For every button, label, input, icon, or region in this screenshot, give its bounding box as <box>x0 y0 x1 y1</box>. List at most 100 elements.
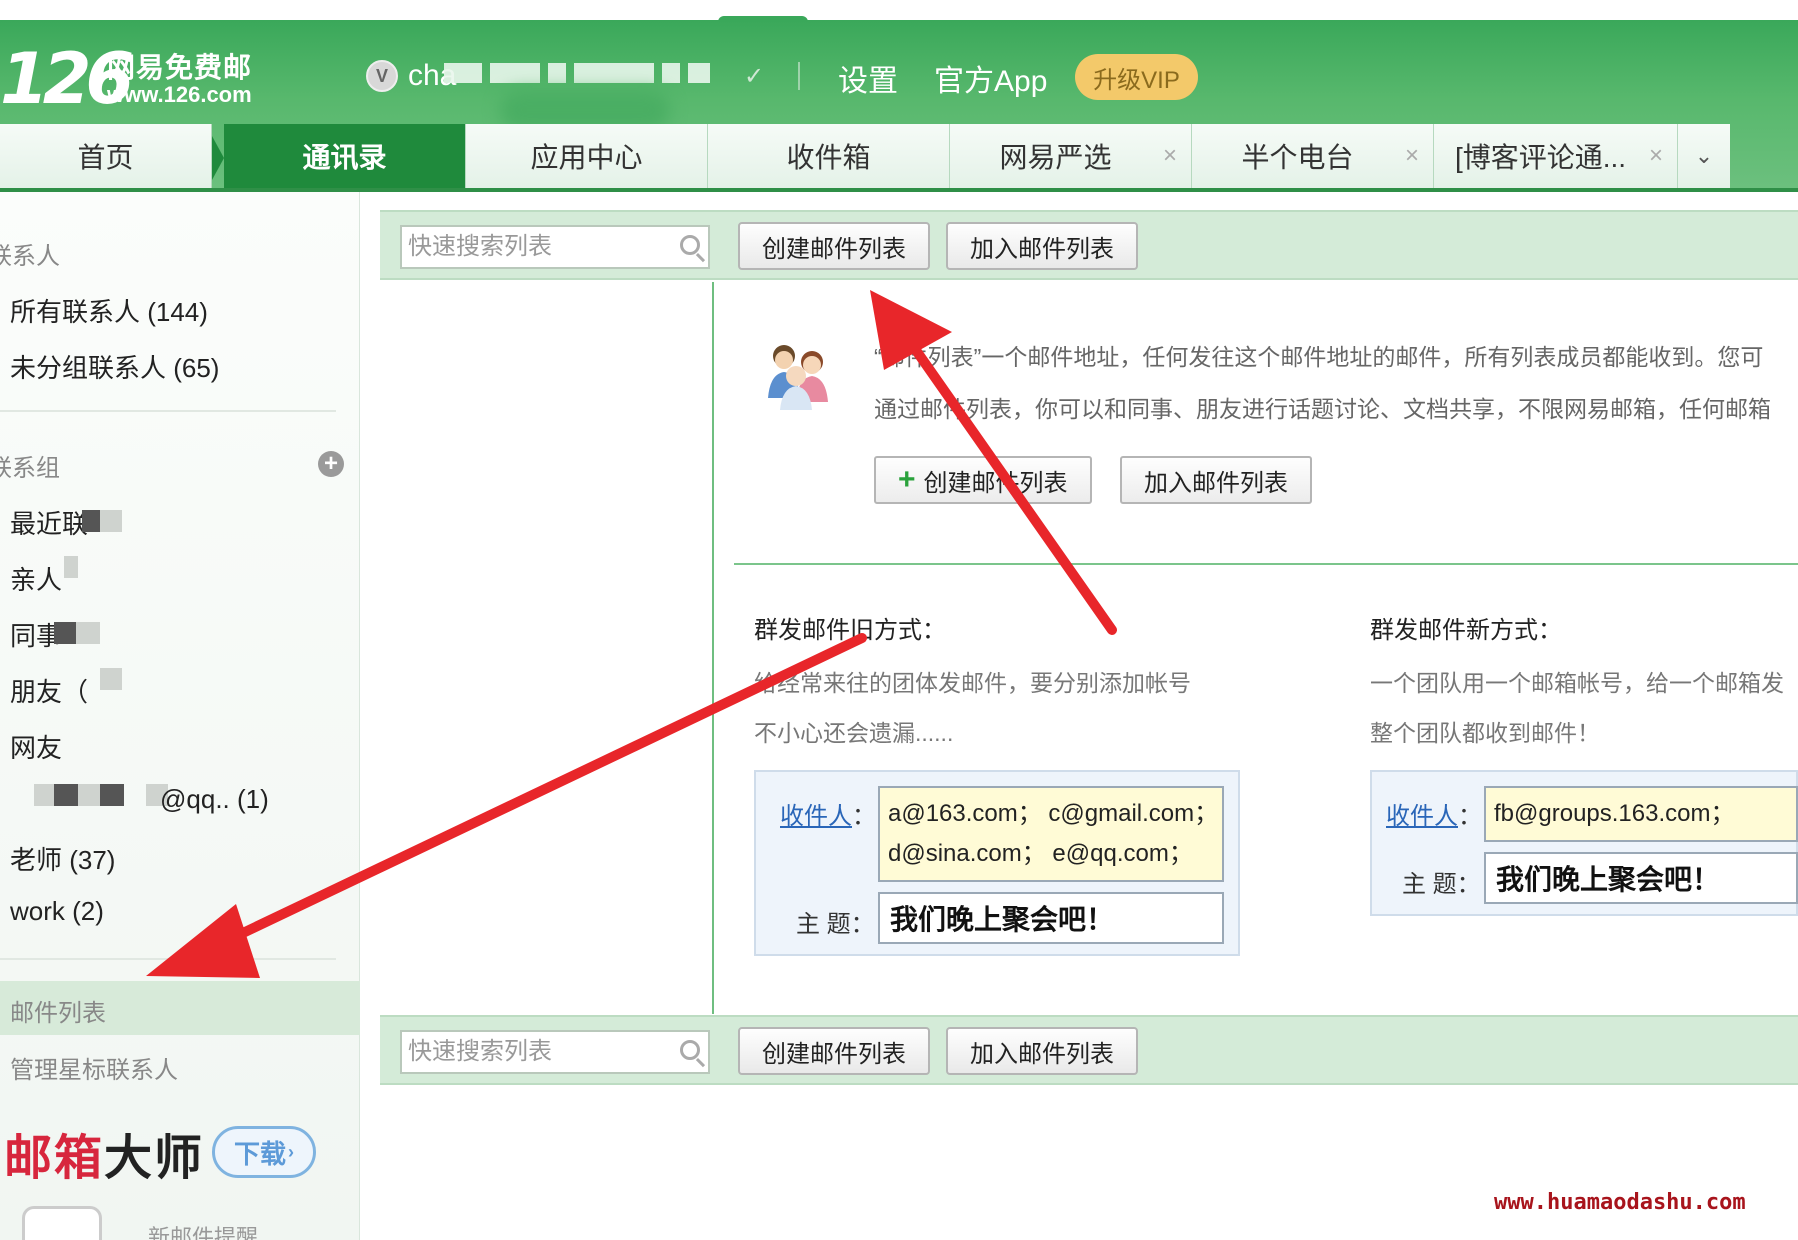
all-contacts-link[interactable]: 所有联系人 (144) <box>10 292 208 329</box>
new-way-desc-2: 整个团队都收到邮件！ <box>1370 720 1600 746</box>
tab-contacts[interactable]: 通讯录 <box>224 124 466 188</box>
old-way-desc-2: 不小心还会遗漏...... <box>754 720 954 746</box>
tab-label: 首页 <box>77 142 134 173</box>
new-recipients-field: fb@groups.163.com； <box>1484 786 1798 842</box>
tab-yanxuan[interactable]: 网易严选 × <box>950 124 1192 188</box>
ungrouped-contacts-link[interactable]: 未分组联系人 (65) <box>10 348 219 385</box>
group-work[interactable]: work (2) <box>10 896 104 927</box>
intro-line-2: 通过邮件列表，你可以和同事、朋友进行话题讨论、文档共享，不限网易邮箱，任何邮箱 <box>874 396 1771 422</box>
close-icon[interactable]: × <box>1163 142 1177 170</box>
top-header: 126 网易免费邮 www.126.com V cha ✓ 设置 官方App 升… <box>0 0 1798 190</box>
old-subject-field: 我们晚上聚会吧！ <box>878 892 1224 944</box>
create-mail-list-button[interactable]: 创建邮件列表 <box>738 1027 930 1075</box>
redaction-block <box>54 784 78 806</box>
new-subject-label: 主 题： <box>1402 871 1481 898</box>
tab-label: 网易严选 <box>999 142 1112 173</box>
close-icon[interactable]: × <box>1649 142 1663 170</box>
intro-line-1: “邮件列表”一个邮件地址，任何发往这个邮件地址的邮件，所有列表成员都能收到。您可 <box>874 344 1764 370</box>
close-icon[interactable]: × <box>1405 142 1419 170</box>
sidebar-divider <box>0 958 336 960</box>
old-recipients-field: a@163.com； c@gmail.com； d@sina.com； e@qq… <box>878 786 1224 882</box>
old-recipients-line-1: a@163.com； c@gmail.com； <box>888 800 1219 827</box>
join-mail-list-button[interactable]: 加入邮件列表 <box>946 222 1138 270</box>
contacts-group-icon <box>768 345 828 410</box>
upgrade-vip-button[interactable]: 升级VIP <box>1075 54 1198 100</box>
logo-url[interactable]: www.126.com <box>107 82 252 108</box>
redaction-block <box>82 510 100 532</box>
mail-master-promo[interactable]: 邮箱大师 <box>4 1118 204 1188</box>
new-recipient-label: 收件人： <box>1386 803 1482 830</box>
redaction-block <box>76 622 100 644</box>
group-recent[interactable]: 最近联 <box>10 504 88 541</box>
section-divider <box>734 563 1798 565</box>
chevron-right-icon: › <box>288 1141 294 1162</box>
top-toolbar: 创建邮件列表 加入邮件列表 <box>380 210 1798 280</box>
logo-brand[interactable]: 网易免费邮 <box>107 46 252 86</box>
groups-section-title: 联系组 <box>0 455 60 482</box>
download-button[interactable]: 下载 › <box>212 1126 316 1178</box>
join-mail-list-button[interactable]: 加入邮件列表 <box>946 1027 1138 1075</box>
group-family[interactable]: 亲人 <box>10 560 62 597</box>
redaction-block <box>100 510 122 532</box>
search-input[interactable] <box>402 1032 662 1072</box>
redaction-block <box>54 622 76 644</box>
search-box[interactable] <box>400 225 710 269</box>
search-icon[interactable] <box>680 1040 700 1060</box>
intro-create-mail-list-button[interactable]: + 创建邮件列表 <box>874 456 1092 504</box>
search-box[interactable] <box>400 1030 710 1074</box>
tab-home[interactable]: 首页 <box>0 124 212 188</box>
sidebar-item-mail-list[interactable]: 邮件列表 <box>0 981 360 1035</box>
tab-label: 收件箱 <box>786 142 871 173</box>
official-app-link[interactable]: 官方App <box>934 56 1047 100</box>
redaction-block <box>100 784 124 806</box>
new-way-title: 群发邮件新方式： <box>1370 617 1562 644</box>
plus-icon: + <box>898 463 916 496</box>
phone-icon <box>22 1206 102 1240</box>
add-group-icon[interactable]: + <box>318 451 344 477</box>
new-way-desc-1: 一个团队用一个邮箱帐号，给一个邮箱发 <box>1370 670 1784 696</box>
settings-link[interactable]: 设置 <box>838 56 898 100</box>
redaction-block <box>78 784 100 806</box>
redaction-block <box>64 556 78 578</box>
new-subject-field: 我们晚上聚会吧！ <box>1484 852 1798 904</box>
tab-arrow <box>212 136 224 180</box>
group-qq[interactable]: @qq.. (1) <box>160 784 269 815</box>
redaction-block <box>100 668 122 690</box>
chevron-down-icon[interactable]: ✓ <box>744 62 764 91</box>
old-recipients-line-2: d@sina.com； e@qq.com； <box>888 840 1193 867</box>
group-teachers[interactable]: 老师 (37) <box>10 840 115 877</box>
header-separator <box>798 62 800 90</box>
tab-radio[interactable]: 半个电台 × <box>1192 124 1434 188</box>
manage-starred-link[interactable]: 管理星标联系人 <box>10 1050 178 1085</box>
list-panel <box>380 282 714 1014</box>
new-mail-reminder: 新邮件提醒 <box>148 1225 259 1240</box>
tab-label: [博客评论通... <box>1454 142 1627 173</box>
search-icon[interactable] <box>680 235 700 255</box>
group-netfriends[interactable]: 网友 <box>10 728 62 765</box>
intro-join-mail-list-button[interactable]: 加入邮件列表 <box>1120 456 1312 504</box>
vip-badge-icon: V <box>366 60 398 92</box>
contacts-section-title: 联系人 <box>0 243 60 270</box>
old-way-title: 群发邮件旧方式： <box>754 617 946 644</box>
group-friends[interactable]: 朋友（ <box>10 672 88 709</box>
create-mail-list-button[interactable]: 创建邮件列表 <box>738 222 930 270</box>
tab-label: 通讯录 <box>302 142 387 173</box>
old-recipient-label: 收件人： <box>780 803 876 830</box>
search-input[interactable] <box>402 227 662 267</box>
sidebar-item-label: 邮件列表 <box>10 1000 106 1027</box>
user-area[interactable]: V cha <box>366 58 456 94</box>
watermark: www.huamaodashu.com <box>1494 1190 1746 1215</box>
sidebar-divider <box>0 410 336 412</box>
bottom-toolbar: 创建邮件列表 加入邮件列表 <box>380 1015 1798 1085</box>
old-way-desc-1: 给经常来往的团体发邮件，要分别添加帐号 <box>754 670 1191 696</box>
old-subject-label: 主 题： <box>796 911 875 938</box>
username-redaction <box>444 58 734 88</box>
tab-inbox[interactable]: 收件箱 <box>708 124 950 188</box>
tabs-more-chevron-icon[interactable]: ⌄ <box>1678 124 1730 188</box>
redaction-block <box>34 784 54 806</box>
tab-app-center[interactable]: 应用中心 <box>466 124 708 188</box>
tab-bar: 首页 通讯录 应用中心 收件箱 网易严选 × 半个电台 × [博客评论通... … <box>0 124 1798 190</box>
tab-label: 应用中心 <box>530 142 643 173</box>
tab-blog-comments[interactable]: [博客评论通... × <box>1434 124 1678 188</box>
tab-label: 半个电台 <box>1241 142 1354 173</box>
